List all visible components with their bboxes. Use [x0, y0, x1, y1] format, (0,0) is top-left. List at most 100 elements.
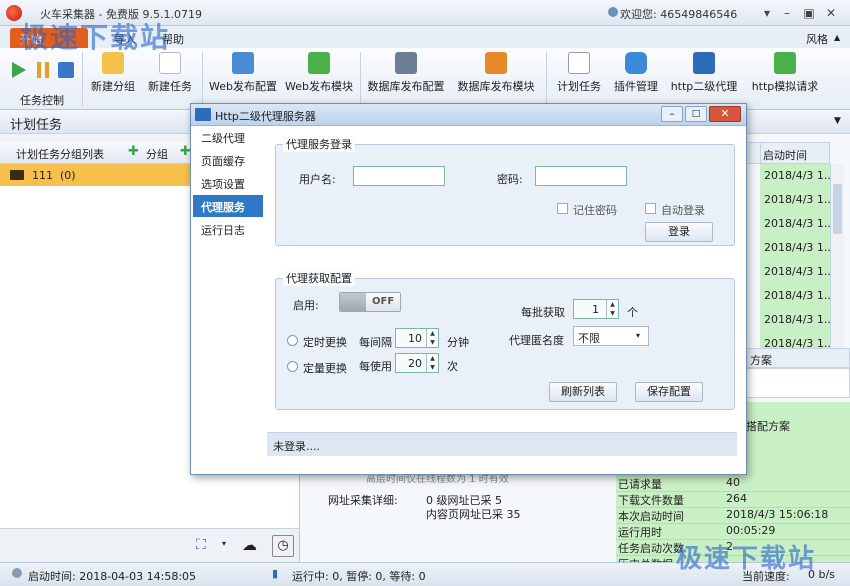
http-proxy-dialog: Http二级代理服务器 – □ ✕ 二级代理 页面缓存 选项设置 代理服务 运行… [190, 103, 747, 475]
table-cell: 2018/4/3 1... [760, 164, 830, 188]
tree-icon[interactable]: ⛶ [196, 537, 206, 553]
nav-page-cache[interactable]: 页面缓存 [193, 149, 263, 171]
table-cell: 2018/4/3 1... [760, 284, 830, 308]
spin-arrows-icon[interactable]: ▲ ▼ [606, 300, 618, 318]
web-publish-module-button[interactable]: Web发布模块 [282, 52, 356, 94]
table-cell: 2018/4/3 1... [760, 188, 830, 212]
anonymity-value: 不限 [578, 332, 600, 345]
anonymity-label: 代理匿名度 [509, 334, 564, 347]
scrollbar-thumb[interactable] [833, 184, 842, 234]
url-detail-content: 内容页网址已采 35 [426, 508, 521, 521]
restore-icon[interactable]: ▣ [800, 5, 818, 21]
folder-open-icon [10, 170, 24, 180]
nav-run-log[interactable]: 运行日志 [193, 218, 263, 240]
toggle-knob [340, 293, 366, 311]
scheduled-task-button[interactable]: 计划任务 [552, 52, 606, 94]
table-row: 下载文件数量 264 [616, 492, 850, 508]
remember-password-checkbox[interactable] [557, 203, 568, 214]
add-group-button[interactable]: 分组 [146, 146, 168, 162]
chart-icon: ▮ [272, 567, 279, 580]
watermark: 极速下载站 [676, 544, 817, 574]
start-time: 启动时间: 2018-04-03 14:58:05 [28, 570, 197, 583]
new-task-button[interactable]: 新建任务 [144, 52, 196, 94]
enable-label: 启用: [293, 299, 319, 312]
url-detail-label: 网址采集详细: [328, 494, 398, 507]
interval-unit: 分钟 [447, 336, 469, 349]
menu-icon[interactable]: ▾ [758, 5, 776, 21]
collapse-panel-icon[interactable]: ▼ [834, 116, 841, 126]
puzzle-icon [625, 52, 647, 74]
dialog-nav: 二级代理 页面缓存 选项设置 代理服务 运行日志 [191, 126, 267, 474]
auto-login-checkbox[interactable] [645, 203, 656, 214]
quantity-change-radio[interactable] [287, 361, 298, 372]
web-publish-config-button[interactable]: Web发布配置 [206, 52, 280, 94]
save-config-button[interactable]: 保存配置 [635, 382, 703, 402]
use-label: 每使用 [359, 360, 392, 373]
group-count: (0) [60, 169, 76, 182]
tab-scheme[interactable]: 方案 [746, 348, 850, 368]
nav-options[interactable]: 选项设置 [193, 172, 263, 194]
http-simulate-button[interactable]: http模拟请求 [746, 52, 824, 94]
new-group-button[interactable]: 新建分组 [88, 52, 138, 94]
nav-secondary-proxy[interactable]: 二级代理 [193, 126, 263, 148]
interval-stepper[interactable]: 10 ▲ ▼ [395, 328, 439, 348]
add-icon[interactable]: ✚ [128, 144, 139, 159]
start-time-column: 2018/4/3 1... 2018/4/3 1... 2018/4/3 1..… [760, 164, 830, 356]
plugin-manage-button[interactable]: 插件管理 [610, 52, 662, 94]
http-proxy-button[interactable]: http二级代理 [666, 52, 742, 94]
db-publish-config-button[interactable]: 数据库发布配置 [364, 52, 448, 94]
status-icon [12, 568, 22, 578]
clock-icon[interactable]: ◷ [272, 535, 294, 557]
database-config-icon [395, 52, 417, 74]
dialog-content: 代理服务登录 用户名: 密码: 记住密码 自动登录 登录 代理获取配置 启用: … [267, 126, 746, 474]
refresh-list-button[interactable]: 刷新列表 [549, 382, 617, 402]
timed-change-label: 定时更换 [303, 336, 347, 349]
scrollbar[interactable] [830, 164, 844, 356]
minimize-icon[interactable]: – [778, 5, 796, 21]
dropdown-icon[interactable]: ▾ [222, 539, 226, 548]
batch-stepper[interactable]: 1 ▲ ▼ [573, 299, 619, 319]
nav-pointer [255, 195, 263, 217]
enable-toggle[interactable]: OFF [339, 292, 401, 312]
http-icon [693, 52, 715, 74]
ribbon-divider [202, 52, 203, 106]
dialog-status: 未登录.... [267, 432, 737, 456]
db-publish-module-button[interactable]: 数据库发布模块 [454, 52, 538, 94]
table-row: 已请求量 40 [616, 476, 850, 492]
running-status: 运行中: 0, 暂停: 0, 等待: 0 [292, 570, 426, 583]
login-button[interactable]: 登录 [645, 222, 713, 242]
spin-arrows-icon[interactable]: ▲ ▼ [426, 354, 438, 372]
cloud-download-icon[interactable]: ☁ [242, 536, 257, 554]
spin-arrows-icon[interactable]: ▲ ▼ [426, 329, 438, 347]
timed-change-radio[interactable] [287, 335, 298, 346]
username-input[interactable] [353, 166, 445, 186]
chevron-down-icon[interactable]: ▾ [636, 331, 640, 340]
task-control-label: 任务控制 [20, 94, 64, 107]
column-header-start[interactable]: 启动时间 [760, 142, 830, 164]
play-icon[interactable] [12, 62, 26, 78]
group-name: 111 [32, 169, 53, 182]
nav-proxy-service[interactable]: 代理服务 [193, 195, 263, 217]
style-menu[interactable]: 风格 [796, 28, 838, 48]
auto-login-label: 自动登录 [661, 204, 705, 217]
ribbon-divider [546, 52, 547, 106]
dialog-title-bar: Http二级代理服务器 – □ ✕ [191, 104, 746, 126]
password-input[interactable] [535, 166, 627, 186]
database-module-icon [485, 52, 507, 74]
close-icon[interactable]: ✕ [822, 5, 840, 21]
table-cell: 2018/4/3 1... [760, 260, 830, 284]
use-value: 20 [408, 357, 422, 370]
pause-icon[interactable] [36, 62, 50, 78]
use-stepper[interactable]: 20 ▲ ▼ [395, 353, 439, 373]
interval-label: 每间隔 [359, 336, 392, 349]
use-unit: 次 [447, 360, 458, 373]
ribbon-divider [360, 52, 361, 106]
close-icon[interactable]: ✕ [709, 106, 741, 122]
table-cell: 2018/4/3 1... [760, 212, 830, 236]
minimize-icon[interactable]: – [661, 106, 683, 122]
maximize-icon[interactable]: □ [685, 106, 707, 122]
stop-icon[interactable] [58, 62, 74, 78]
collapse-icon[interactable]: ▲ [834, 33, 840, 42]
panel-toolbar: ⛶ ▾ ☁ ◷ [0, 528, 299, 562]
anonymity-select[interactable]: 不限 ▾ [573, 326, 649, 346]
